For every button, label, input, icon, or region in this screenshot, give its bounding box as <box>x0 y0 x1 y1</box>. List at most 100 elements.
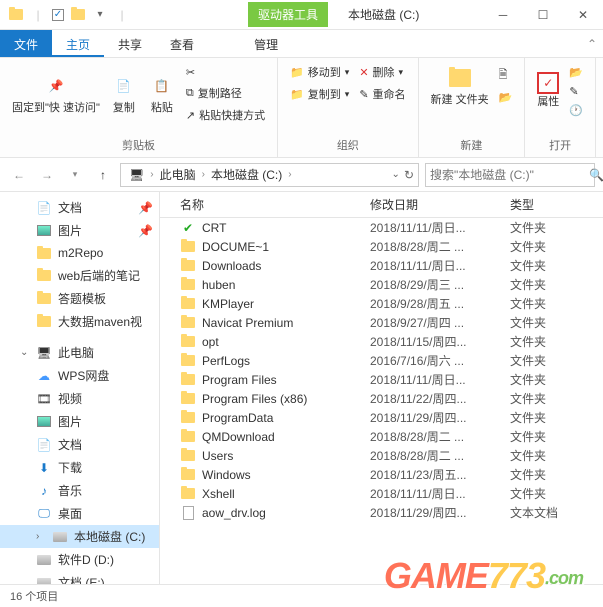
file-row[interactable]: Downloads2018/11/11/周日...文件夹 <box>160 256 603 275</box>
file-type: 文件夹 <box>510 219 590 236</box>
file-type: 文件夹 <box>510 276 590 293</box>
contextual-tab[interactable]: 驱动器工具 <box>248 2 328 27</box>
up-button[interactable]: ↑ <box>92 164 114 186</box>
sidebar-item-music[interactable]: ♪音乐 <box>0 479 159 502</box>
tab-share[interactable]: 共享 <box>104 30 156 57</box>
file-row[interactable]: huben2018/8/29/周三 ...文件夹 <box>160 275 603 294</box>
sidebar-item-web-notes[interactable]: web后端的笔记 <box>0 264 159 287</box>
close-button[interactable]: ✕ <box>563 0 603 30</box>
file-row[interactable]: Program Files (x86)2018/11/22/周四...文件夹 <box>160 389 603 408</box>
file-row[interactable]: Program Files2018/11/11/周日...文件夹 <box>160 370 603 389</box>
copy-button[interactable]: 📄 复制 <box>106 62 142 125</box>
sidebar-item-drive-e[interactable]: 文档 (E:) <box>0 571 159 584</box>
search-input[interactable] <box>430 168 585 182</box>
file-row[interactable]: Users2018/8/28/周二 ...文件夹 <box>160 446 603 465</box>
copy-to-button[interactable]: 📁复制到▾ <box>286 84 353 104</box>
sidebar-item-drive-c[interactable]: ›本地磁盘 (C:) <box>0 525 159 548</box>
sidebar-item-docs[interactable]: 📄文档📌 <box>0 196 159 219</box>
forward-button[interactable]: → <box>36 164 58 186</box>
sidebar-item-drive-d[interactable]: 软件D (D:) <box>0 548 159 571</box>
delete-button[interactable]: ✕删除▾ <box>355 62 409 82</box>
expand-icon[interactable]: › <box>36 531 46 542</box>
sidebar-item-pics[interactable]: 图片📌 <box>0 219 159 242</box>
history-dropdown-icon[interactable]: ⌄ <box>392 169 400 180</box>
sidebar-item-wps[interactable]: ☁WPS网盘 <box>0 364 159 387</box>
navigation-pane[interactable]: 📄文档📌 图片📌 m2Repo web后端的笔记 答题模板 大数据maven视 … <box>0 192 160 584</box>
file-row[interactable]: aow_drv.log2018/11/29/周四...文本文档 <box>160 503 603 522</box>
file-list[interactable]: 名称 修改日期 类型 ✔CRT2018/11/11/周日...文件夹DOCUME… <box>160 192 603 584</box>
collapse-ribbon-icon[interactable]: ⌃ <box>581 30 603 57</box>
recent-dropdown-icon[interactable]: ▾ <box>64 164 86 186</box>
item-count: 16 个项目 <box>10 588 58 604</box>
sidebar-item-m2repo[interactable]: m2Repo <box>0 242 159 264</box>
open-button[interactable]: 📂 <box>565 64 587 81</box>
expand-icon[interactable]: ⌄ <box>20 347 30 358</box>
file-row[interactable]: ✔CRT2018/11/11/周日...文件夹 <box>160 218 603 237</box>
path-icon: ⧉ <box>186 87 194 100</box>
crumb-this-pc[interactable]: 此电脑 <box>156 164 200 185</box>
properties-button[interactable]: ✓ 属性 <box>533 62 563 119</box>
sidebar-item-bigdata[interactable]: 大数据maven视 <box>0 310 159 333</box>
checkbox-icon[interactable]: ✓ <box>52 9 64 21</box>
col-type[interactable]: 类型 <box>510 196 590 213</box>
file-row[interactable]: ProgramData2018/11/29/周四...文件夹 <box>160 408 603 427</box>
pin-button[interactable]: 📌 固定到"快 速访问" <box>8 62 104 125</box>
file-row[interactable]: PerfLogs2016/7/16/周六 ...文件夹 <box>160 351 603 370</box>
sidebar-item-this-pc[interactable]: ⌄🖥此电脑 <box>0 341 159 364</box>
sidebar-item-downloads[interactable]: ⬇下载 <box>0 456 159 479</box>
paste-shortcut-button[interactable]: ↗粘贴快捷方式 <box>182 105 269 125</box>
file-row[interactable]: QMDownload2018/8/28/周二 ...文件夹 <box>160 427 603 446</box>
move-to-button[interactable]: 📁移动到▾ <box>286 62 353 82</box>
sidebar-item-pics2[interactable]: 图片 <box>0 410 159 433</box>
search-box[interactable]: 🔍 <box>425 163 595 187</box>
tab-home[interactable]: 主页 <box>52 30 104 57</box>
new-folder-button[interactable]: 新建 文件夹 <box>427 62 493 109</box>
qat-dropdown-icon[interactable]: ▾ <box>92 7 108 23</box>
tab-view[interactable]: 查看 <box>156 30 208 57</box>
copy-path-button[interactable]: ⧉复制路径 <box>182 83 269 103</box>
minimize-button[interactable]: ─ <box>483 0 523 30</box>
file-row[interactable]: opt2018/11/15/周四...文件夹 <box>160 332 603 351</box>
new-item-button[interactable]: 🗎 <box>495 64 517 87</box>
sidebar-item-video[interactable]: 🎞视频 <box>0 387 159 410</box>
cut-button[interactable]: ✂ <box>182 64 269 81</box>
sidebar-item-desktop[interactable]: 🖵桌面 <box>0 502 159 525</box>
tab-file[interactable]: 文件 <box>0 30 52 57</box>
back-button[interactable]: ← <box>8 164 30 186</box>
move-icon: 📁 <box>290 66 304 79</box>
picture-icon <box>36 223 52 239</box>
folder-icon <box>36 314 52 330</box>
refresh-icon[interactable]: ↻ <box>404 168 414 182</box>
breadcrumb[interactable]: 🖥 › 此电脑 › 本地磁盘 (C:) › ⌄ ↻ <box>120 163 419 187</box>
tab-manage[interactable]: 管理 <box>240 30 292 57</box>
file-icon <box>180 258 196 274</box>
file-icon <box>180 429 196 445</box>
paste-button[interactable]: 📋 粘贴 <box>144 62 180 125</box>
crumb-drive[interactable]: 本地磁盘 (C:) <box>207 164 286 185</box>
sidebar-item-answer[interactable]: 答题模板 <box>0 287 159 310</box>
file-date: 2018/9/28/周五 ... <box>370 295 510 312</box>
file-date: 2018/9/27/周四 ... <box>370 314 510 331</box>
file-name: Windows <box>202 468 251 482</box>
file-row[interactable]: Windows2018/11/23/周五...文件夹 <box>160 465 603 484</box>
file-name: opt <box>202 335 219 349</box>
file-row[interactable]: KMPlayer2018/9/28/周五 ...文件夹 <box>160 294 603 313</box>
rename-button[interactable]: ✎重命名 <box>355 84 409 104</box>
disk-icon <box>36 575 52 585</box>
col-name[interactable]: 名称 <box>180 196 370 213</box>
file-row[interactable]: DOCUME~12018/8/28/周二 ...文件夹 <box>160 237 603 256</box>
maximize-button[interactable]: ☐ <box>523 0 563 30</box>
file-row[interactable]: Xshell2018/11/11/周日...文件夹 <box>160 484 603 503</box>
col-modified[interactable]: 修改日期 <box>370 196 510 213</box>
sidebar-item-docs2[interactable]: 📄文档 <box>0 433 159 456</box>
file-row[interactable]: Navicat Premium2018/9/27/周四 ...文件夹 <box>160 313 603 332</box>
column-headers[interactable]: 名称 修改日期 类型 <box>160 192 603 218</box>
edit-button[interactable]: ✎ <box>565 83 587 100</box>
app-icon <box>70 7 86 23</box>
file-name: Downloads <box>202 259 261 273</box>
easy-access-button[interactable]: 📂 <box>495 89 517 106</box>
search-icon[interactable]: 🔍 <box>589 168 603 182</box>
group-label: 组织 <box>286 135 409 153</box>
history-button[interactable]: 🕐 <box>565 102 587 119</box>
pc-icon[interactable]: 🖥 <box>125 166 148 184</box>
